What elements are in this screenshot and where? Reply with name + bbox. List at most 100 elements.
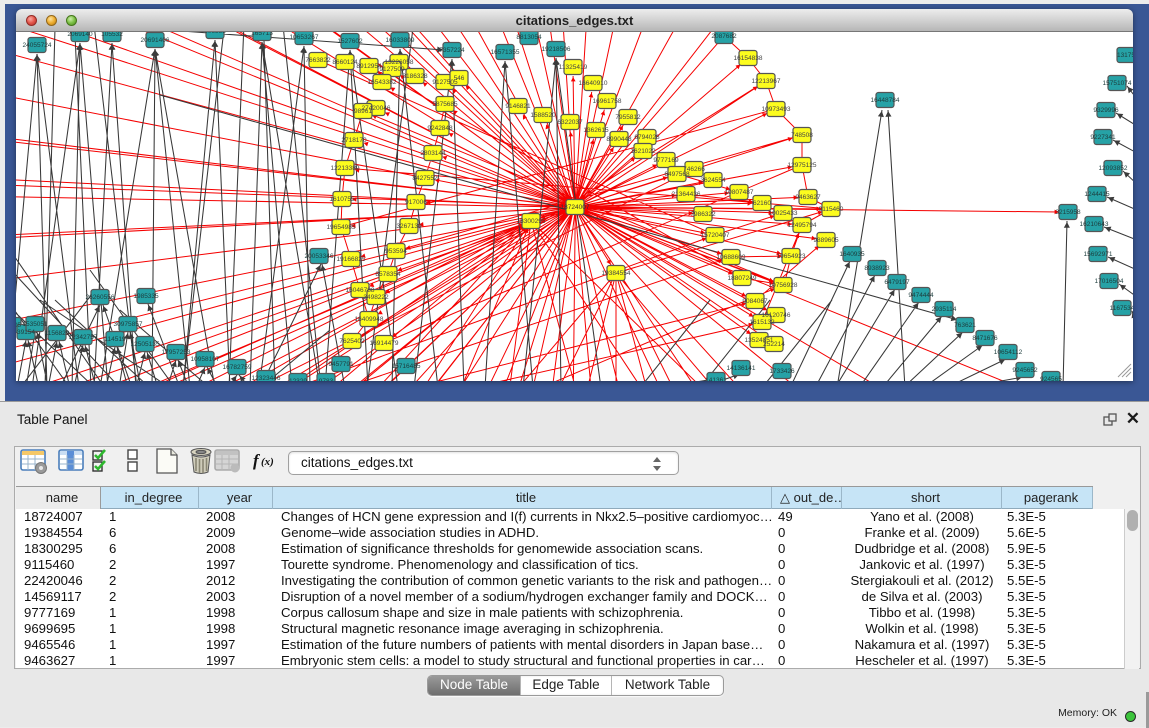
svg-text:16543382: 16543382 [368, 79, 397, 86]
svg-text:16914479: 16914479 [370, 340, 399, 347]
svg-text:19654923: 19654923 [777, 253, 806, 260]
svg-text:8427552: 8427552 [412, 175, 438, 182]
svg-text:165713: 165713 [251, 32, 273, 37]
svg-text:10756928: 10756928 [769, 282, 798, 289]
svg-text:12505135: 12505135 [131, 341, 160, 348]
svg-text:3498222: 3498222 [363, 294, 389, 301]
svg-text:8813054: 8813054 [516, 34, 542, 41]
svg-text:6322037: 6322037 [557, 119, 583, 126]
svg-text:2069140: 2069140 [67, 32, 93, 38]
svg-text:18724007: 18724007 [561, 204, 590, 211]
svg-text:16640910: 16640910 [579, 80, 608, 87]
svg-text:1621022: 1621022 [630, 148, 656, 155]
svg-text:26260556: 26260556 [86, 294, 115, 301]
svg-text:141361: 141361 [705, 377, 727, 381]
svg-text:546: 546 [454, 75, 465, 82]
svg-text:16120746: 16120746 [762, 312, 791, 319]
svg-text:6794028: 6794028 [634, 134, 660, 141]
svg-text:8990448: 8990448 [606, 136, 632, 143]
svg-text:8578354: 8578354 [375, 271, 401, 278]
svg-text:953594: 953594 [385, 248, 407, 255]
svg-text:98961: 98961 [354, 108, 372, 115]
svg-text:39154: 39154 [17, 329, 35, 336]
svg-text:2935114: 2935114 [932, 306, 957, 313]
svg-text:16571355: 16571355 [491, 49, 520, 56]
svg-text:20691406: 20691406 [141, 37, 170, 44]
svg-text:62160: 62160 [753, 200, 771, 207]
svg-text:9227341: 9227341 [1090, 134, 1116, 141]
svg-text:19654985: 19654985 [327, 224, 356, 231]
svg-text:9245652: 9245652 [1012, 367, 1038, 374]
svg-text:9127509: 9127509 [379, 66, 405, 73]
svg-text:1244415: 1244415 [1084, 191, 1110, 198]
svg-text:9115460: 9115460 [819, 206, 844, 213]
svg-text:18807249: 18807249 [728, 275, 757, 282]
svg-text:9329996: 9329996 [1093, 107, 1119, 114]
svg-text:1615132: 1615132 [749, 319, 775, 326]
svg-text:12975125: 12975125 [788, 162, 817, 169]
svg-text:24055724: 24055724 [23, 42, 52, 49]
svg-text:9474444: 9474444 [908, 292, 934, 299]
svg-text:1588520: 1588520 [530, 112, 556, 119]
svg-text:105532: 105532 [101, 32, 123, 38]
svg-text:11325419: 11325419 [559, 64, 588, 71]
svg-text:21364436: 21364436 [672, 191, 701, 198]
svg-text:8912954: 8912954 [356, 63, 382, 70]
svg-text:10025433: 10025433 [769, 210, 798, 217]
svg-text:16409948: 16409948 [355, 316, 384, 323]
svg-text:10807487: 10807487 [725, 189, 754, 196]
svg-text:3267130: 3267130 [396, 223, 422, 230]
svg-text:9457791: 9457791 [328, 361, 354, 368]
svg-text:9463627: 9463627 [795, 194, 821, 201]
svg-text:1527602: 1527602 [337, 38, 363, 45]
svg-text:1156829: 1156829 [45, 330, 70, 337]
svg-text:1733426: 1733426 [769, 368, 795, 375]
svg-text:7955812: 7955812 [615, 114, 641, 121]
svg-text:15751074: 15751074 [1103, 80, 1132, 87]
svg-text:12213389: 12213389 [331, 165, 360, 172]
svg-text:18300295: 18300295 [517, 218, 546, 225]
svg-text:f: f [253, 451, 261, 470]
svg-text:15692971: 15692971 [1084, 251, 1113, 258]
svg-text:16961758: 16961758 [593, 98, 622, 105]
svg-text:9777169: 9777169 [653, 157, 679, 164]
svg-text:17957253: 17957253 [162, 349, 191, 356]
svg-text:2087682: 2087682 [711, 33, 737, 40]
svg-text:1362615: 1362615 [583, 127, 609, 134]
svg-text:15720407: 15720407 [701, 232, 730, 239]
svg-text:12323446: 12323446 [252, 375, 281, 381]
svg-text:30975857: 30975857 [114, 321, 143, 328]
svg-text:252214: 252214 [763, 341, 785, 348]
svg-text:1640935: 1640935 [839, 251, 865, 258]
svg-text:748508: 748508 [791, 132, 813, 139]
svg-text:20053346: 20053346 [305, 253, 334, 260]
svg-text:1610755: 1610755 [329, 196, 355, 203]
svg-text:19218506: 19218506 [542, 46, 571, 53]
svg-text:6479197: 6479197 [884, 279, 910, 286]
svg-text:8660124: 8660124 [332, 59, 358, 66]
svg-text:8186328: 8186328 [402, 73, 428, 80]
svg-text:16046788: 16046788 [346, 287, 375, 294]
svg-text:10958107: 10958107 [191, 356, 220, 363]
svg-text:14136141: 14136141 [727, 365, 756, 372]
svg-text:12495794: 12495794 [788, 222, 817, 229]
svg-text:12329: 12329 [289, 378, 307, 381]
svg-text:924565: 924565 [1040, 376, 1062, 381]
svg-text:19166825: 19166825 [337, 256, 366, 263]
svg-text:13175: 13175 [1117, 52, 1133, 59]
svg-text:16782759: 16782759 [223, 364, 252, 371]
svg-text:9783: 9783 [319, 378, 334, 381]
svg-text:16154838: 16154838 [734, 55, 763, 62]
svg-text:19384554: 19384554 [602, 270, 631, 277]
svg-text:12093852: 12093852 [1099, 165, 1128, 172]
svg-text:114519: 114519 [104, 336, 126, 343]
svg-text:917006: 917006 [405, 199, 427, 206]
svg-text:7663822: 7663822 [305, 57, 331, 64]
svg-text:16033809: 16033809 [386, 37, 415, 44]
svg-text:7625402: 7625402 [339, 338, 365, 345]
svg-text:16210643: 16210643 [1080, 221, 1109, 228]
svg-text:1535051: 1535051 [22, 321, 48, 328]
svg-text:9889605: 9889605 [813, 237, 839, 244]
svg-text:106553: 106553 [204, 32, 226, 35]
svg-text:10653267: 10653267 [290, 34, 319, 41]
